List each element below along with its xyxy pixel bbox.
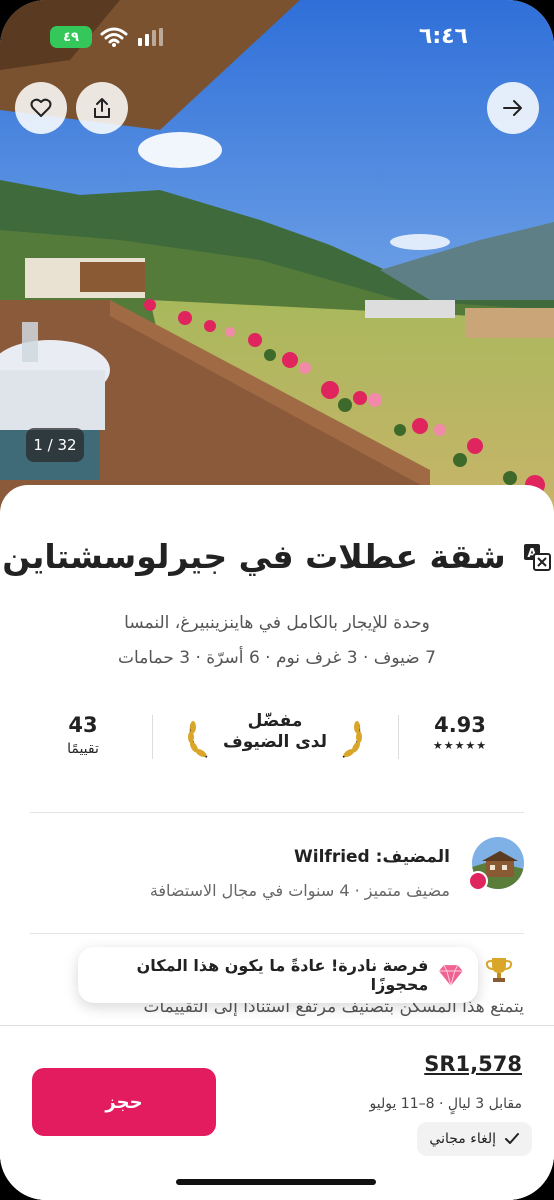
rare-find-banner: فرصة نادرة! عادةً ما يكون هذا المكان محج…: [78, 947, 478, 1003]
title-row: شقة عطلات في جيرلوسشتاين A: [0, 537, 554, 576]
listing-subtitle: وحدة للإيجار بالكامل في هاينزينبيرغ، الن…: [124, 613, 430, 633]
laurel-left-icon: [188, 721, 208, 758]
checkmark-icon: [505, 1133, 519, 1144]
signal-icon: [138, 28, 163, 46]
total-price[interactable]: SR1,578: [424, 1052, 522, 1076]
reviews-stat: 43 تقييمًا: [40, 713, 126, 757]
rating-stat: 4.93 ★★★★★: [416, 713, 504, 752]
free-cancellation-label: إلغاء مجاني: [429, 1131, 496, 1147]
reserve-button[interactable]: حجز: [32, 1068, 216, 1136]
photo-counter: 1 / 32: [26, 428, 84, 462]
guest-favorite-stat: مفضّل لدى الضيوف: [185, 709, 365, 765]
battery-indicator: ٤٩: [50, 26, 92, 48]
laurel-right-icon: [342, 721, 362, 758]
arrow-right-icon: [503, 100, 522, 116]
back-button[interactable]: [487, 82, 539, 134]
home-indicator[interactable]: [176, 1179, 376, 1185]
rare-find-text: فرصة نادرة! عادةً ما يكون هذا المكان محج…: [136, 956, 429, 994]
rating-stars: ★★★★★: [432, 739, 488, 752]
guest-favorite-line1: مفضّل: [247, 711, 303, 731]
trophy-icon: [485, 958, 513, 982]
section-divider: [30, 933, 524, 934]
share-icon: [94, 98, 110, 118]
stay-dates[interactable]: مقابل 3 ليالٍ · 8–11 يوليو: [369, 1096, 522, 1112]
translate-icon[interactable]: A: [522, 542, 552, 572]
stats-row[interactable]: 4.93 ★★★★★ مفضّل لدى الضيوف 43 تقييمًا: [30, 709, 524, 789]
guest-favorite-line2: لدى الضيوف: [222, 732, 327, 752]
wifi-icon: [100, 27, 128, 47]
guest-favorite-label: مفضّل لدى الضيوف: [217, 711, 333, 753]
host-info: مضيف متميز · 4 سنوات في مجال الاستضافة: [149, 881, 450, 900]
listing-screen: ٤٩ ٦:٤٦ 1 / 32 شقة عطلات في جيرلوسشتاين …: [0, 0, 554, 1200]
share-button[interactable]: [76, 82, 128, 134]
save-button[interactable]: [15, 82, 67, 134]
superhost-badge-icon: [468, 871, 488, 891]
free-cancellation-badge: إلغاء مجاني: [417, 1122, 532, 1156]
listing-details: 7 ضيوف · 3 غرف نوم · 6 أسرّة · 3 حمامات: [118, 648, 436, 668]
host-section[interactable]: المضيف: Wilfried مضيف متميز · 4 سنوات في…: [30, 837, 524, 907]
status-time: ٦:٤٦: [418, 24, 468, 49]
listing-title: شقة عطلات في جيرلوسشتاين: [2, 537, 506, 576]
host-name: المضيف: Wilfried: [294, 847, 450, 867]
stats-divider: [398, 715, 399, 759]
section-divider: [30, 812, 524, 813]
booking-bar: حجز SR1,578 مقابل 3 ليالٍ · 8–11 يوليو إ…: [0, 1025, 554, 1200]
rating-value: 4.93: [434, 713, 486, 737]
reviews-count: 43: [68, 713, 98, 737]
reviews-label: تقييمًا: [67, 741, 99, 757]
stats-divider: [152, 715, 153, 759]
diamond-icon: [439, 964, 464, 987]
heart-icon: [30, 98, 52, 117]
status-bar: ٤٩ ٦:٤٦: [0, 20, 554, 56]
